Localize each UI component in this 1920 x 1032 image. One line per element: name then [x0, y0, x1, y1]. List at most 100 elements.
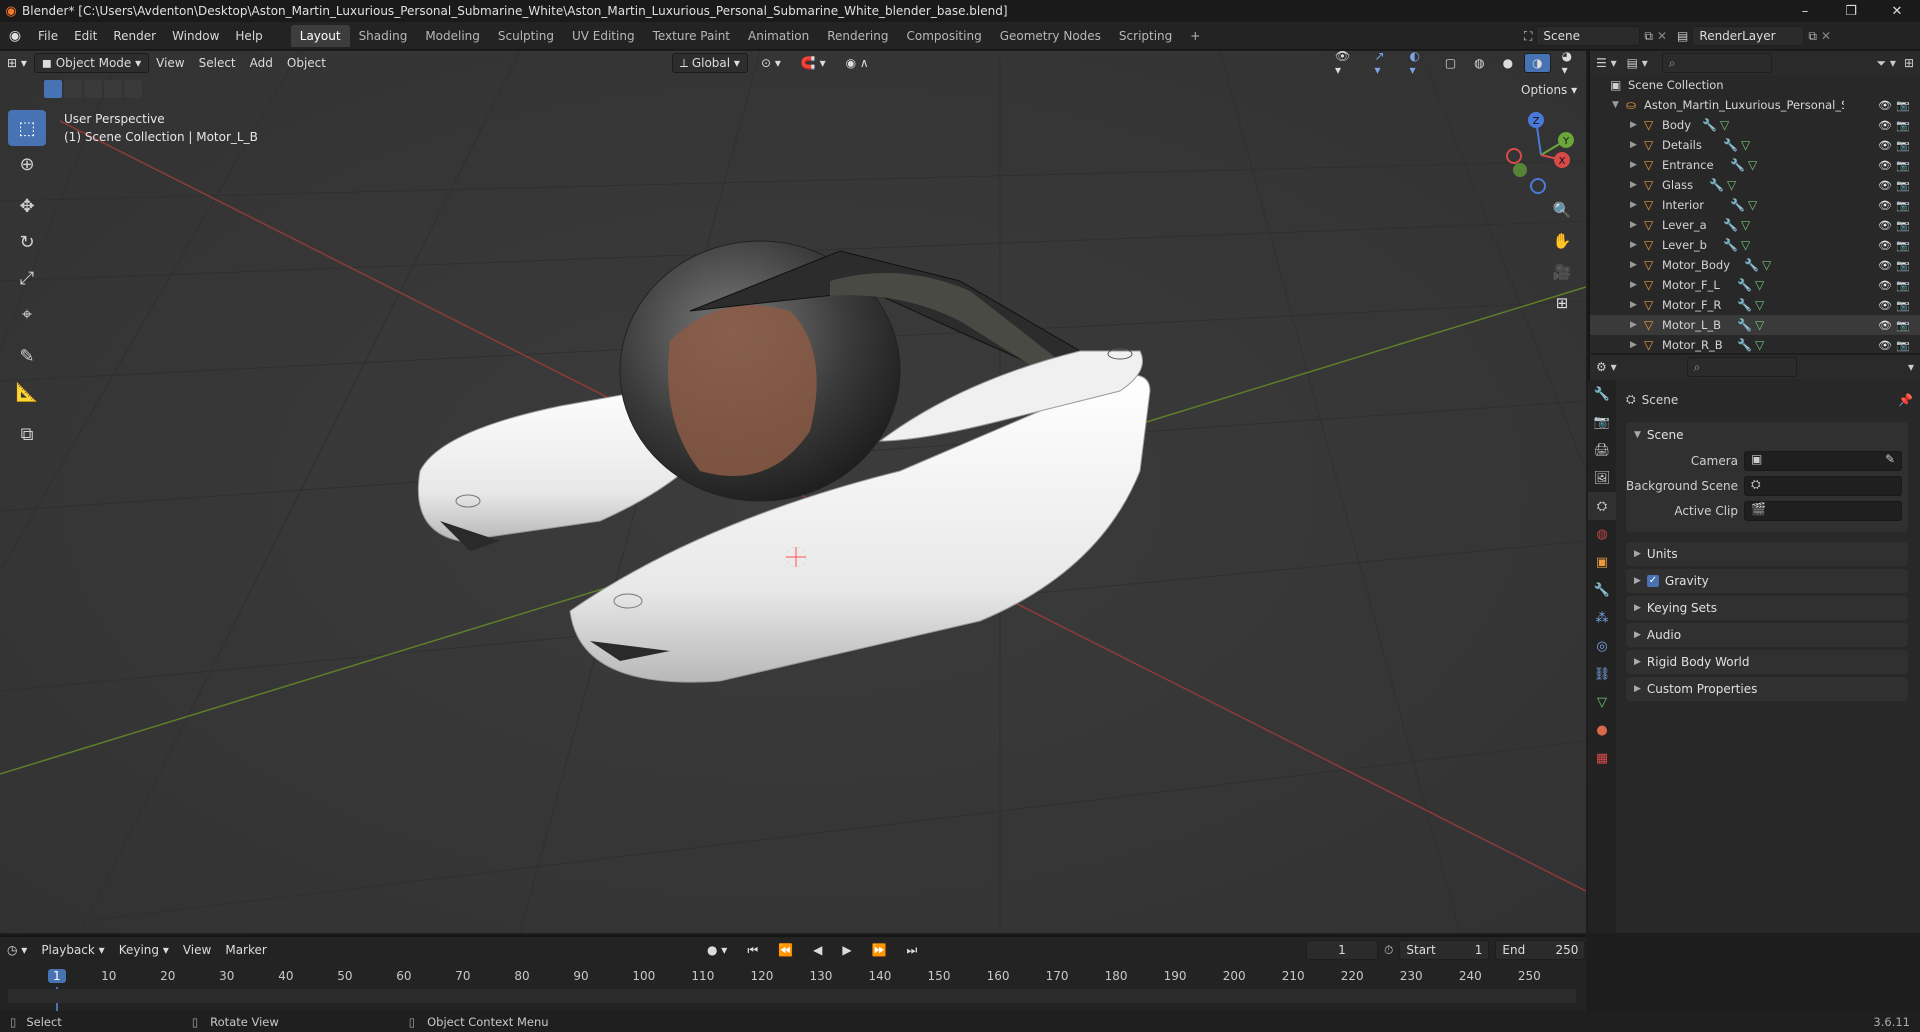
modifier-icon[interactable]: 🔧: [1723, 138, 1738, 152]
tab-animation[interactable]: Animation: [739, 25, 818, 47]
visibility-eye-icon[interactable]: 👁: [1878, 299, 1892, 312]
annotate-tool-icon[interactable]: ✎: [8, 338, 46, 374]
render-camera-icon[interactable]: 📷: [1896, 199, 1910, 212]
output-tab-icon[interactable]: 🖨: [1588, 436, 1616, 464]
expand-arrow-icon[interactable]: ▶: [1630, 120, 1637, 130]
current-frame-field[interactable]: 1: [1306, 940, 1378, 960]
modifier-icon[interactable]: 🔧: [1730, 158, 1745, 172]
rendered-shading-icon[interactable]: ◕ ▾: [1555, 49, 1586, 77]
options-dropdown[interactable]: Options ▾: [1514, 80, 1584, 100]
transform-orientation-dropdown[interactable]: ⟂ Global ▾: [672, 53, 748, 73]
visibility-eye-icon[interactable]: 👁: [1878, 219, 1892, 232]
background-scene-field[interactable]: ⛭: [1744, 475, 1902, 496]
mode-dropdown[interactable]: ◼ Object Mode ▾: [33, 53, 150, 73]
modifier-icon[interactable]: 🔧: [1737, 278, 1752, 292]
render-camera-icon[interactable]: 📷: [1896, 99, 1910, 112]
visibility-eye-icon[interactable]: 👁: [1878, 239, 1892, 252]
gravity-checkbox[interactable]: ✓: [1646, 575, 1659, 587]
outliner-item[interactable]: ▶ ▽ Entrance 🔧 ▽ 👁 📷: [1590, 155, 1920, 175]
visibility-eye-icon[interactable]: 👁: [1878, 179, 1892, 192]
outliner-item[interactable]: ▶ ▽ Lever_a 🔧 ▽ 👁 📷: [1590, 215, 1920, 235]
mesh-data-icon[interactable]: ▽: [1720, 118, 1729, 132]
material-tab-icon[interactable]: ●: [1588, 716, 1616, 744]
measure-tool-icon[interactable]: 📐: [8, 374, 46, 410]
tab-rendering[interactable]: Rendering: [818, 25, 897, 47]
camera-field[interactable]: ▣ ✎: [1744, 450, 1902, 471]
modifier-icon[interactable]: 🔧: [1709, 178, 1724, 192]
expand-arrow-icon[interactable]: ▶: [1630, 340, 1637, 350]
delete-view-layer-icon[interactable]: ✕: [1821, 29, 1831, 43]
visibility-eye-icon[interactable]: 👁: [1878, 259, 1892, 272]
expand-arrow-icon[interactable]: ▶: [1630, 180, 1637, 190]
scale-tool-icon[interactable]: ⤢: [8, 260, 46, 296]
display-mode-icon[interactable]: ▤ ▾: [1627, 56, 1648, 70]
eyedropper-icon[interactable]: ✎: [1885, 452, 1895, 466]
menu-help[interactable]: Help: [227, 22, 270, 50]
expand-arrow-icon[interactable]: ▶: [1630, 320, 1637, 330]
mesh-data-icon[interactable]: ▽: [1755, 278, 1764, 292]
playback-menu[interactable]: Playback ▾: [34, 940, 111, 960]
material-shading-icon[interactable]: ◑: [1524, 53, 1551, 73]
outliner-item[interactable]: ▶ ▽ Motor_F_R 🔧 ▽ 👁 📷: [1590, 295, 1920, 315]
marker-menu[interactable]: Marker: [218, 940, 273, 960]
outliner-item[interactable]: ▶ ▽ Lever_b 🔧 ▽ 👁 📷: [1590, 235, 1920, 255]
visibility-eye-icon[interactable]: 👁: [1878, 339, 1892, 352]
select-invert-icon[interactable]: [104, 80, 122, 98]
modifier-icon[interactable]: 🔧: [1702, 118, 1717, 132]
tab-compositing[interactable]: Compositing: [897, 25, 990, 47]
maximize-button[interactable]: ❐: [1828, 0, 1874, 22]
modifier-icon[interactable]: 🔧: [1723, 238, 1738, 252]
pin-icon[interactable]: 📌: [1898, 393, 1913, 407]
pivot-point-icon[interactable]: ⊙ ▾: [754, 53, 788, 73]
render-camera-icon[interactable]: 📷: [1896, 219, 1910, 232]
visibility-eye-icon[interactable]: 👁: [1878, 99, 1892, 112]
solid-shading-icon[interactable]: ●: [1496, 53, 1520, 73]
render-camera-icon[interactable]: 📷: [1896, 139, 1910, 152]
scene-tab-icon[interactable]: ⛭: [1588, 492, 1616, 520]
expand-arrow-icon[interactable]: ▶: [1630, 140, 1637, 150]
expand-arrow-icon[interactable]: ▶: [1630, 280, 1637, 290]
modifiers-tab-icon[interactable]: 🔧: [1588, 576, 1616, 604]
render-camera-icon[interactable]: 📷: [1896, 119, 1910, 132]
new-collection-icon[interactable]: ⊞: [1904, 56, 1914, 70]
new-scene-icon[interactable]: ⧉: [1644, 29, 1653, 44]
mesh-data-icon[interactable]: ▽: [1727, 178, 1736, 192]
render-camera-icon[interactable]: 📷: [1896, 159, 1910, 172]
play-reverse-icon[interactable]: ◀: [806, 940, 829, 960]
visibility-eye-icon[interactable]: 👁: [1878, 199, 1892, 212]
timeline-editor-icon[interactable]: ◷ ▾: [0, 940, 34, 960]
active-clip-field[interactable]: 🎬: [1744, 500, 1902, 521]
tab-geometry-nodes[interactable]: Geometry Nodes: [991, 25, 1110, 47]
current-frame-marker[interactable]: 1: [48, 969, 66, 983]
tab-scripting[interactable]: Scripting: [1110, 25, 1181, 47]
overlays-icon[interactable]: ◐ ▾: [1402, 49, 1433, 77]
mesh-data-icon[interactable]: ▽: [1748, 198, 1757, 212]
minimize-button[interactable]: –: [1782, 0, 1828, 22]
modifier-icon[interactable]: 🔧: [1730, 198, 1745, 212]
gizmo-toggle-icon[interactable]: ↗ ▾: [1367, 49, 1398, 77]
outliner-item[interactable]: ▶ ▽ Motor_Body 🔧 ▽ 👁 📷: [1590, 255, 1920, 275]
properties-options-icon[interactable]: ▾: [1908, 360, 1914, 374]
delete-scene-icon[interactable]: ✕: [1657, 29, 1667, 43]
camera-view-icon[interactable]: 🎥: [1548, 258, 1576, 286]
blender-menu-icon[interactable]: ◉: [0, 28, 30, 44]
3d-viewport[interactable]: [0, 51, 1586, 933]
modifier-icon[interactable]: 🔧: [1737, 298, 1752, 312]
render-camera-icon[interactable]: 📷: [1896, 319, 1910, 332]
close-button[interactable]: ✕: [1874, 0, 1920, 22]
add-cube-tool-icon[interactable]: ⧉: [8, 416, 46, 452]
tab-texture-paint[interactable]: Texture Paint: [644, 25, 739, 47]
scene-selector[interactable]: Scene: [1536, 26, 1641, 46]
particles-tab-icon[interactable]: ⁂: [1588, 604, 1616, 632]
world-tab-icon[interactable]: ◍: [1588, 520, 1616, 548]
xray-icon[interactable]: ▢: [1438, 53, 1463, 73]
editor-type-icon[interactable]: ⊞ ▾: [0, 53, 34, 73]
rotate-tool-icon[interactable]: ↻: [8, 224, 46, 260]
expand-arrow-icon[interactable]: ▶: [1630, 200, 1637, 210]
view-layer-selector[interactable]: RenderLayer: [1692, 26, 1805, 46]
tab-uv-editing[interactable]: UV Editing: [563, 25, 644, 47]
scene-panel-header[interactable]: ▼ Scene: [1626, 422, 1908, 448]
scene-icon[interactable]: ⛶: [1524, 29, 1532, 44]
play-icon[interactable]: ▶: [835, 940, 858, 960]
start-frame-field[interactable]: Start 1: [1399, 940, 1490, 960]
